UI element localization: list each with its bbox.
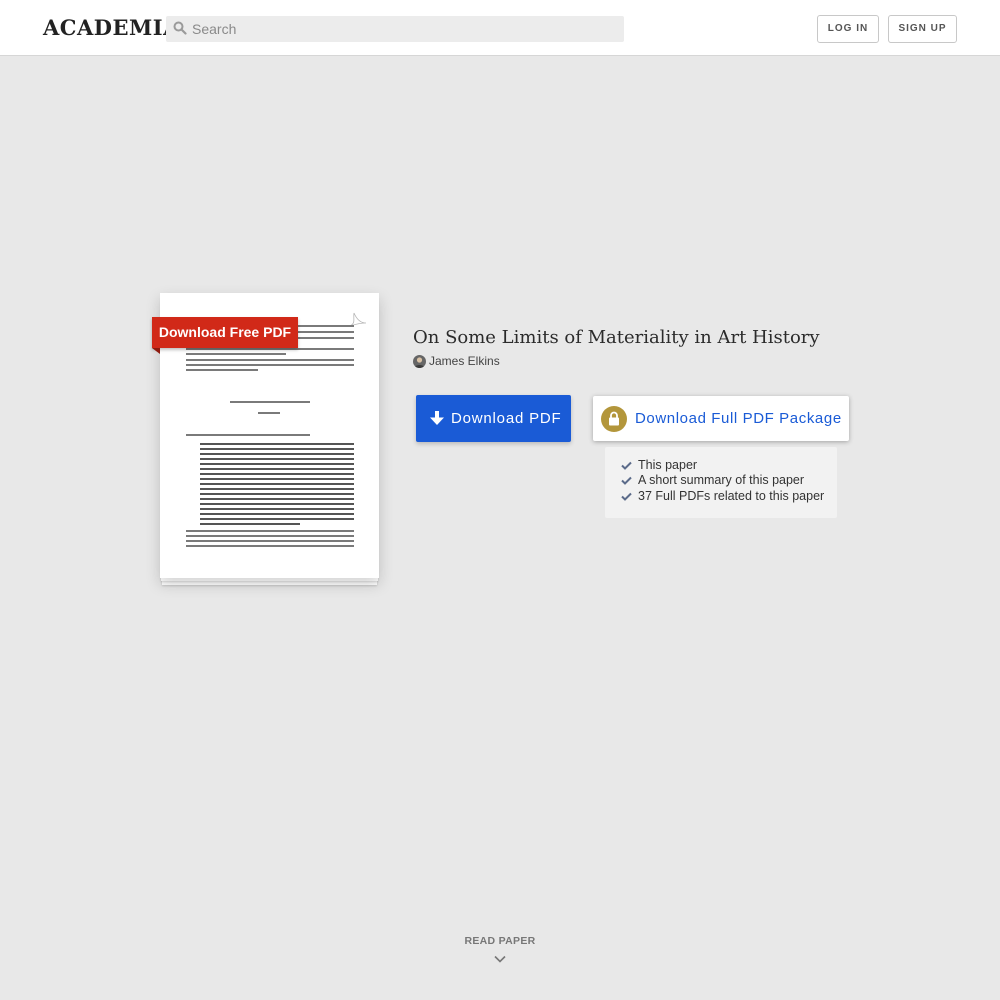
download-package-label: Download Full PDF Package xyxy=(635,410,842,427)
text-line xyxy=(200,443,354,445)
chevron-down-icon xyxy=(494,955,506,963)
text-line xyxy=(186,353,286,355)
text-line xyxy=(200,488,354,490)
feature-text: A short summary of this paper xyxy=(638,473,805,487)
package-features-list: This paper A short summary of this paper… xyxy=(605,447,837,518)
author-name[interactable]: James Elkins xyxy=(429,354,500,368)
text-line xyxy=(258,412,280,414)
ribbon-fold xyxy=(152,348,160,354)
search-icon xyxy=(173,21,187,35)
text-line xyxy=(186,364,354,366)
paper-title: On Some Limits of Materiality in Art His… xyxy=(413,327,820,348)
check-icon xyxy=(621,461,632,470)
sign-up-button[interactable]: SIGN UP xyxy=(888,15,957,43)
text-line xyxy=(200,453,354,455)
text-line xyxy=(186,535,354,537)
text-line xyxy=(186,434,310,436)
download-full-pdf-package-button[interactable]: Download Full PDF Package xyxy=(593,396,849,441)
feature-text: This paper xyxy=(638,458,698,472)
lock-icon xyxy=(609,411,619,426)
lock-badge xyxy=(601,406,627,432)
log-in-button[interactable]: LOG IN xyxy=(817,15,879,43)
academia-logo[interactable]: ACADEMIA xyxy=(43,15,180,40)
text-line xyxy=(186,348,354,350)
text-line xyxy=(230,401,310,403)
text-line xyxy=(200,483,354,485)
text-line xyxy=(200,458,354,460)
text-line xyxy=(298,325,354,327)
text-line xyxy=(200,503,354,505)
download-arrow-icon xyxy=(430,411,444,425)
text-line xyxy=(298,337,354,339)
check-icon xyxy=(621,476,632,485)
text-line xyxy=(200,448,354,450)
check-icon xyxy=(621,492,632,501)
search-input[interactable] xyxy=(192,16,612,42)
text-line xyxy=(200,463,354,465)
top-bar: ACADEMIA LOG IN SIGN UP xyxy=(0,0,1000,56)
download-pdf-label: Download PDF xyxy=(451,410,562,427)
text-line xyxy=(200,508,354,510)
text-line xyxy=(186,545,354,547)
text-line xyxy=(186,540,354,542)
text-line xyxy=(200,523,300,525)
text-line xyxy=(186,359,354,361)
download-pdf-button[interactable]: Download PDF xyxy=(416,395,571,442)
text-line xyxy=(200,473,354,475)
search-box[interactable] xyxy=(166,16,624,42)
read-paper-label: READ PAPER xyxy=(464,935,536,947)
text-line xyxy=(200,513,354,515)
text-line xyxy=(200,478,354,480)
download-free-pdf-ribbon[interactable]: Download Free PDF xyxy=(152,317,298,348)
author-avatar xyxy=(413,355,426,368)
text-line xyxy=(186,530,354,532)
text-line xyxy=(200,493,354,495)
feature-text: 37 Full PDFs related to this paper xyxy=(638,489,825,503)
text-line xyxy=(186,369,258,371)
text-line xyxy=(200,518,354,520)
user-icon xyxy=(414,357,425,368)
text-line xyxy=(200,498,354,500)
text-line xyxy=(200,468,354,470)
read-paper-link[interactable]: READ PAPER xyxy=(450,935,550,969)
text-line xyxy=(298,331,354,333)
